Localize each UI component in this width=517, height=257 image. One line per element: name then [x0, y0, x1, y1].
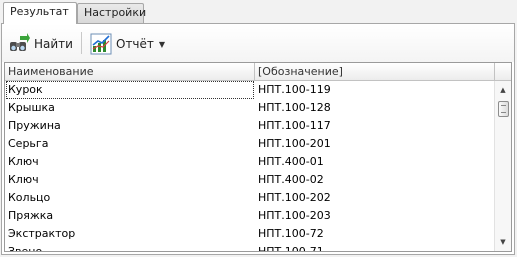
grid-body: Курок НПТ.100-119 Крышка НПТ.100-128 Пру… [5, 81, 495, 251]
cell-code[interactable]: НПТ.100-72 [258, 225, 494, 243]
cell-code[interactable]: НПТ.400-02 [258, 171, 494, 189]
table-row[interactable]: Серьга НПТ.100-201 [5, 135, 495, 153]
chart-icon [90, 33, 112, 55]
cell-name[interactable]: Курок [6, 81, 254, 99]
vertical-scrollbar[interactable]: ▲ ▼ [494, 81, 511, 251]
cell-code[interactable]: НПТ.100-201 [258, 135, 494, 153]
cell-code[interactable]: НПТ.100-71 [258, 243, 494, 251]
cell-name[interactable]: Экстрактор [8, 225, 252, 243]
table-row[interactable]: Кольцо НПТ.100-202 [5, 189, 495, 207]
table-row[interactable]: Экстрактор НПТ.100-72 [5, 225, 495, 243]
result-panel: Найти Отчёт ▼ Наименование [Обозначение] [1, 23, 515, 255]
cell-code[interactable]: НПТ.100-202 [258, 189, 494, 207]
cell-code[interactable]: НПТ.100-128 [258, 99, 494, 117]
cell-name[interactable]: Звено [8, 243, 252, 251]
results-grid[interactable]: Наименование [Обозначение] Курок НПТ.100… [4, 62, 512, 252]
find-button[interactable]: Найти [8, 32, 73, 56]
scroll-down-icon[interactable]: ▼ [495, 235, 511, 249]
table-row[interactable]: Пряжка НПТ.100-203 [5, 207, 495, 225]
column-header-name[interactable]: Наименование [5, 63, 255, 80]
table-row[interactable]: Крышка НПТ.100-128 [5, 99, 495, 117]
table-row[interactable]: Ключ НПТ.400-02 [5, 171, 495, 189]
table-row[interactable]: Курок НПТ.100-119 [5, 81, 495, 99]
toolbar-separator [81, 32, 82, 54]
grid-header: Наименование [Обозначение] [5, 63, 511, 81]
cell-code[interactable]: НПТ.100-117 [258, 117, 494, 135]
binoculars-icon [8, 33, 30, 55]
cell-name[interactable]: Пряжка [8, 207, 252, 225]
cell-code[interactable]: НПТ.100-119 [258, 81, 494, 99]
tab-settings[interactable]: Настройки [77, 3, 146, 23]
scroll-thumb[interactable] [498, 101, 509, 117]
scroll-up-icon[interactable]: ▲ [495, 83, 511, 97]
toolbar: Найти Отчёт ▼ [2, 24, 514, 62]
table-row[interactable]: Пружина НПТ.100-117 [5, 117, 495, 135]
table-row[interactable]: Звено НПТ.100-71 [5, 243, 495, 251]
cell-code[interactable]: НПТ.400-01 [258, 153, 494, 171]
cell-name[interactable]: Ключ [8, 153, 252, 171]
cell-name[interactable]: Пружина [8, 117, 252, 135]
cell-name[interactable]: Крышка [8, 99, 252, 117]
caret-down-icon[interactable]: ▼ [159, 40, 165, 49]
cell-name[interactable]: Серьга [8, 135, 252, 153]
tab-bar: Результат Настройки [0, 0, 517, 24]
cell-name[interactable]: Ключ [8, 171, 252, 189]
find-label: Найти [34, 37, 73, 51]
tab-result[interactable]: Результат [3, 2, 77, 24]
column-header-code[interactable]: [Обозначение] [255, 63, 495, 80]
cell-name[interactable]: Кольцо [8, 189, 252, 207]
report-label: Отчёт [116, 37, 154, 51]
table-row[interactable]: Ключ НПТ.400-01 [5, 153, 495, 171]
cell-code[interactable]: НПТ.100-203 [258, 207, 494, 225]
report-button[interactable]: Отчёт ▼ [90, 32, 165, 56]
